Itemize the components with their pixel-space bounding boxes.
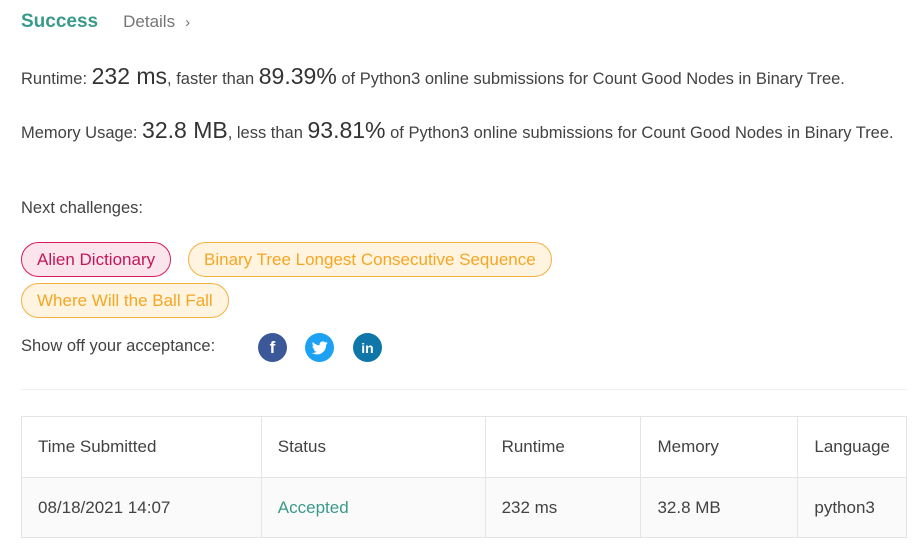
runtime-mid: , faster than <box>167 70 259 88</box>
table-header-row: Time Submitted Status Runtime Memory Lan… <box>21 416 907 478</box>
runtime-suffix: of Python3 online submissions for Count … <box>336 70 845 88</box>
runtime-summary: Runtime: 232 ms, faster than 89.39% of P… <box>21 63 845 92</box>
details-label: Details <box>123 12 176 31</box>
share-label: Show off your acceptance: <box>21 337 216 355</box>
section-divider <box>21 389 907 390</box>
cell-memory: 32.8 MB <box>640 477 799 538</box>
cell-runtime: 232 ms <box>484 477 642 538</box>
table-row: 08/18/2021 14:07 Accepted 232 ms 32.8 MB… <box>21 477 907 538</box>
memory-suffix: of Python3 online submissions for Count … <box>385 124 894 142</box>
memory-percent: 93.81% <box>307 117 386 143</box>
challenge-chip-where-will-the-ball-fall[interactable]: Where Will the Ball Fall <box>21 283 229 318</box>
challenge-chip-alien-dictionary[interactable]: Alien Dictionary <box>21 242 172 277</box>
runtime-value: 232 ms <box>91 63 168 89</box>
linkedin-icon[interactable]: in <box>353 333 382 362</box>
memory-mid: , less than <box>227 124 308 142</box>
runtime-percent: 89.39% <box>258 63 337 89</box>
status-title: Success <box>21 11 99 32</box>
column-header-memory: Memory <box>640 416 799 478</box>
cell-status-accepted-link[interactable]: Accepted <box>260 477 486 538</box>
column-header-runtime: Runtime <box>484 416 642 478</box>
memory-summary: Memory Usage: 32.8 MB, less than 93.81% … <box>21 117 901 146</box>
twitter-icon[interactable] <box>305 333 334 362</box>
facebook-icon[interactable]: f <box>258 333 287 362</box>
details-link[interactable]: Details › <box>123 12 190 32</box>
chevron-right-icon: › <box>185 14 191 31</box>
cell-language: python3 <box>797 477 907 538</box>
memory-value: 32.8 MB <box>142 117 228 143</box>
submissions-table: Time Submitted Status Runtime Memory Lan… <box>21 416 907 538</box>
runtime-label: Runtime: <box>21 70 92 88</box>
column-header-status: Status <box>260 416 486 478</box>
result-header: Success Details › <box>21 11 190 33</box>
challenge-chip-binary-tree-longest-consecutive-sequence[interactable]: Binary Tree Longest Consecutive Sequence <box>188 242 552 277</box>
memory-label: Memory Usage: <box>21 124 143 142</box>
cell-time-submitted: 08/18/2021 14:07 <box>21 477 262 538</box>
column-header-language: Language <box>797 416 907 478</box>
next-challenges-label: Next challenges: <box>21 199 143 217</box>
column-header-time-submitted: Time Submitted <box>21 416 262 478</box>
